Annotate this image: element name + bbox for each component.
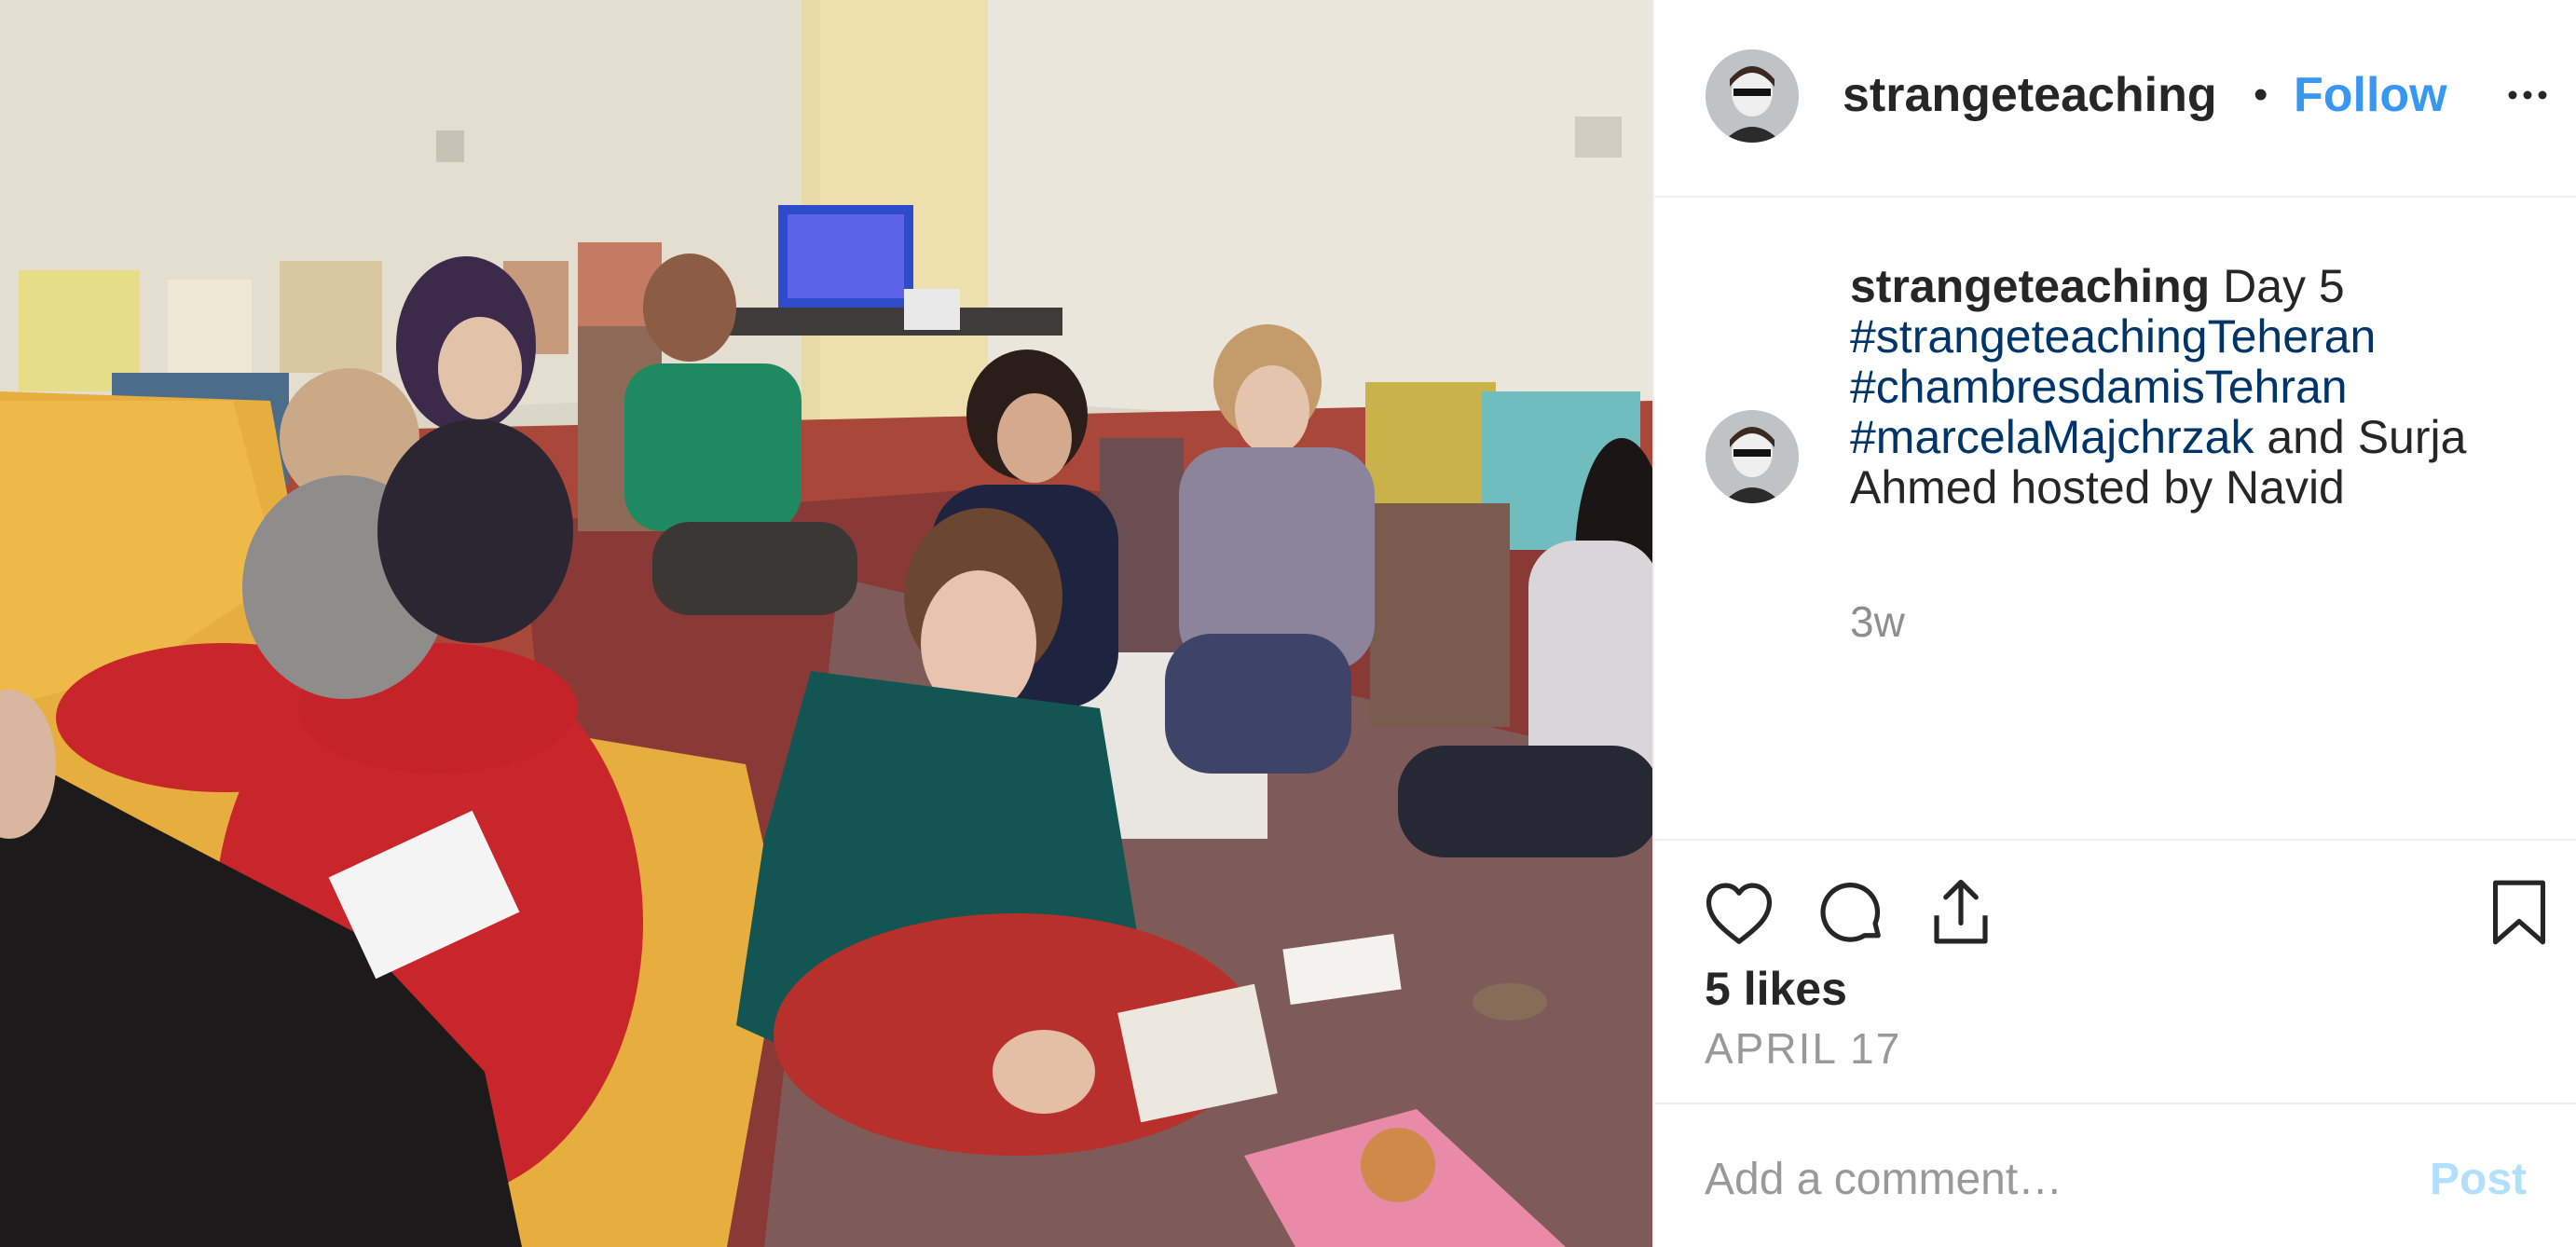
heart-icon: [1706, 883, 1773, 944]
avatar-image: [1706, 410, 1799, 503]
avatar[interactable]: [1706, 49, 1799, 143]
separator-dot: •: [2254, 72, 2268, 117]
caption-timestamp[interactable]: 3w: [1850, 596, 1905, 647]
post-author-username[interactable]: strangeteaching: [1843, 65, 2253, 125]
avatar-image: [1706, 49, 1799, 143]
hashtag-link[interactable]: #chambresdamisTehran: [1850, 361, 2348, 413]
save-button[interactable]: [2487, 876, 2552, 953]
like-button[interactable]: [1703, 878, 1775, 955]
share-button[interactable]: [1925, 876, 1997, 953]
comment-button[interactable]: [1815, 878, 1887, 955]
share-icon: [1934, 879, 1988, 944]
post-comment-button[interactable]: Post: [2430, 1154, 2527, 1205]
post-caption: strangeteaching Day 5 #strangeteachingTe…: [1850, 261, 2521, 513]
post-photo[interactable]: [0, 0, 1652, 1247]
post-sidebar: strangeteaching • Follow strangeteaching…: [1652, 0, 2576, 1247]
more-options-button[interactable]: [2505, 73, 2550, 117]
comment-icon: [1820, 883, 1881, 942]
caption-avatar[interactable]: [1706, 410, 1799, 503]
caption-username[interactable]: strangeteaching: [1850, 260, 2210, 312]
hashtag-link[interactable]: #strangeteachingTeheran: [1850, 310, 2376, 363]
comment-input[interactable]: [1705, 1154, 2357, 1205]
bookmark-icon: [2493, 880, 2545, 945]
hashtag-link[interactable]: #marcelaMajchrzak: [1850, 411, 2254, 463]
like-count[interactable]: 5 likes: [1705, 962, 1847, 1016]
more-horizontal-icon: [2508, 90, 2547, 100]
post-header: strangeteaching • Follow: [1654, 0, 2576, 198]
post-photo-illustration: [0, 0, 1652, 1247]
post-date: APRIL 17: [1705, 1024, 1902, 1073]
caption-text: Day 5: [2210, 260, 2345, 312]
follow-button[interactable]: Follow: [2294, 65, 2447, 125]
post-actions: 5 likes APRIL 17: [1654, 839, 2576, 1104]
